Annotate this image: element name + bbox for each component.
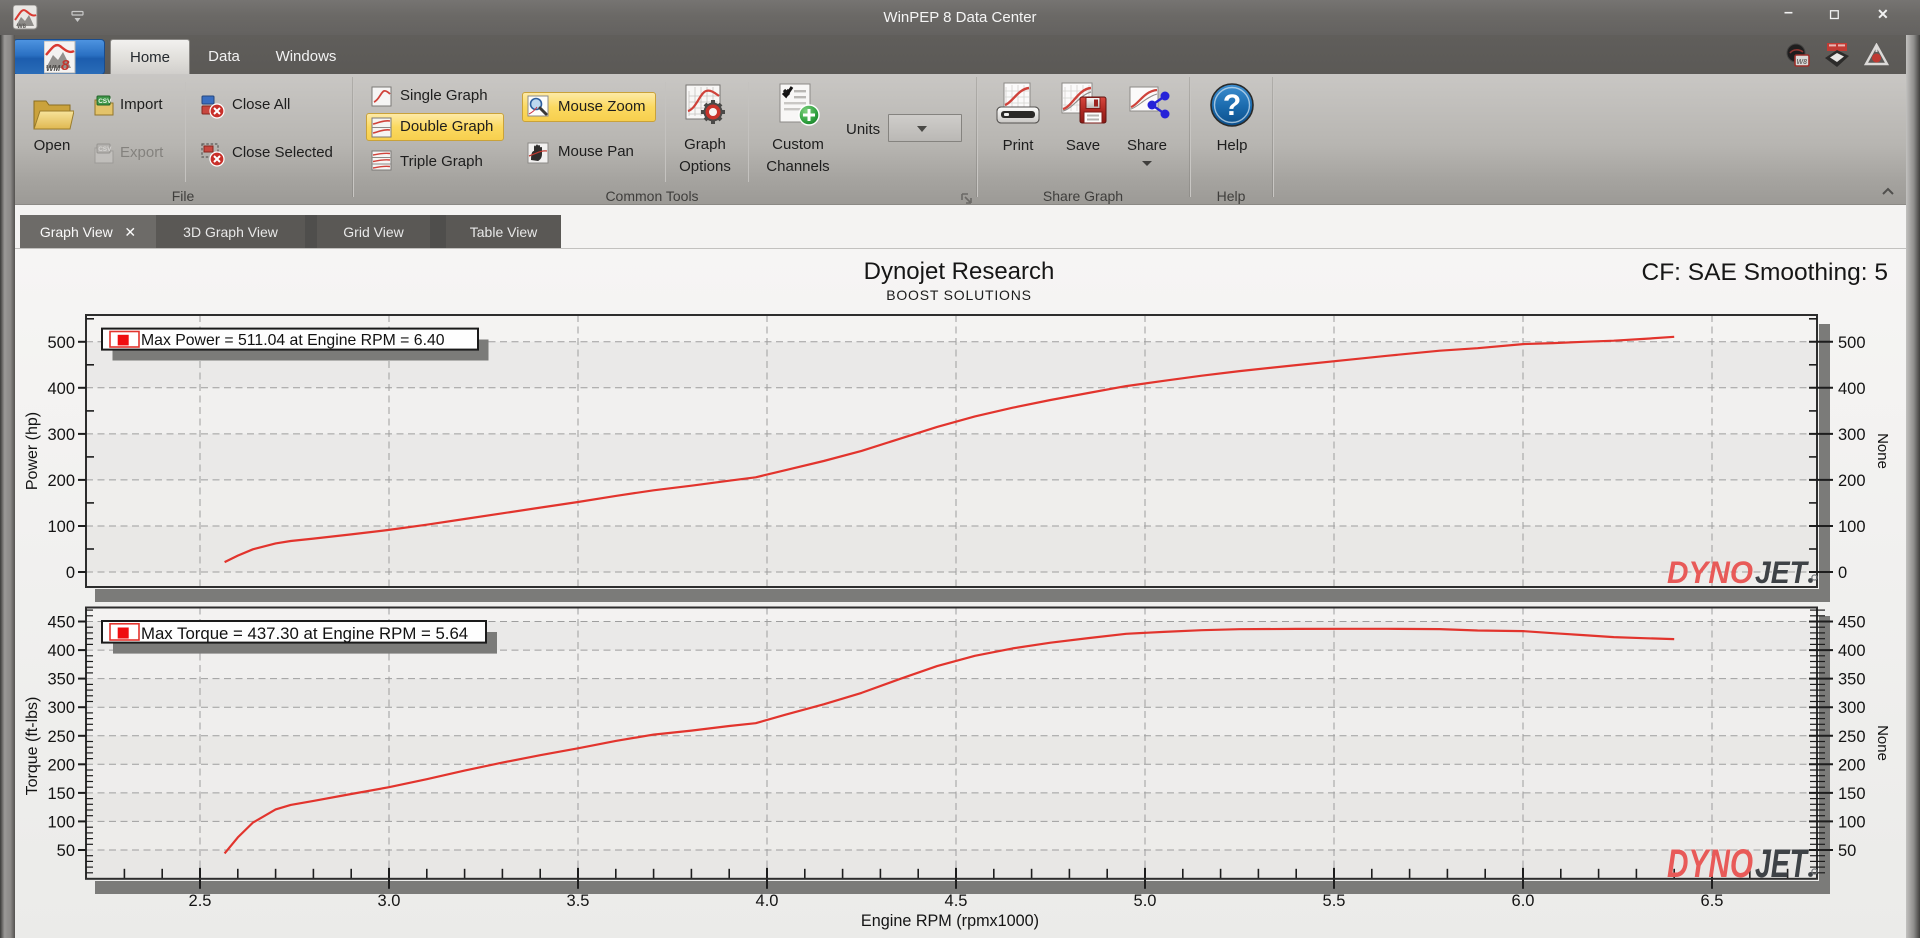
svg-text:300: 300 xyxy=(47,699,75,717)
svg-text:150: 150 xyxy=(47,785,75,803)
svg-text:300: 300 xyxy=(47,426,75,444)
svg-text:400: 400 xyxy=(47,642,75,660)
svg-text:Max Torque = 437.30 at Engine: Max Torque = 437.30 at Engine RPM = 5.64 xyxy=(141,624,468,643)
svg-text:150: 150 xyxy=(1838,785,1866,803)
svg-text:CF: SAE Smoothing: 5: CF: SAE Smoothing: 5 xyxy=(1642,259,1888,286)
svg-text:4.5: 4.5 xyxy=(945,892,968,910)
svg-text:Max Power = 511.04 at Engine R: Max Power = 511.04 at Engine RPM = 6.40 xyxy=(141,332,445,349)
svg-text:400: 400 xyxy=(1838,380,1866,398)
svg-text:100: 100 xyxy=(47,518,75,536)
svg-text:Dynojet Research: Dynojet Research xyxy=(864,258,1055,285)
svg-text:6.5: 6.5 xyxy=(1701,892,1724,910)
svg-text:4.0: 4.0 xyxy=(756,892,779,910)
svg-text:5.0: 5.0 xyxy=(1134,892,1157,910)
svg-text:200: 200 xyxy=(1838,756,1866,774)
svg-text:Power (hp): Power (hp) xyxy=(24,412,41,490)
svg-text:JET: JET xyxy=(1755,554,1809,590)
svg-text:3.0: 3.0 xyxy=(378,892,401,910)
svg-text:200: 200 xyxy=(1838,472,1866,490)
svg-text:50: 50 xyxy=(57,842,75,860)
svg-text:DYNO: DYNO xyxy=(1667,554,1753,590)
svg-text:300: 300 xyxy=(1838,426,1866,444)
svg-text:100: 100 xyxy=(1838,518,1866,536)
svg-text:2.5: 2.5 xyxy=(189,892,212,910)
svg-text:450: 450 xyxy=(1838,614,1866,632)
svg-text:450: 450 xyxy=(47,614,75,632)
svg-text:Engine RPM (rpmx1000): Engine RPM (rpmx1000) xyxy=(861,912,1039,930)
svg-text:0: 0 xyxy=(1838,564,1847,582)
svg-text:JET: JET xyxy=(1755,842,1810,886)
svg-text:200: 200 xyxy=(47,472,75,490)
svg-text:100: 100 xyxy=(1838,813,1866,831)
svg-text:?: ? xyxy=(1223,89,1241,122)
svg-text:3.5: 3.5 xyxy=(567,892,590,910)
svg-text:WM: WM xyxy=(46,64,61,73)
svg-text:500: 500 xyxy=(1838,334,1866,352)
svg-text:BOOST SOLUTIONS: BOOST SOLUTIONS xyxy=(886,287,1032,303)
svg-text:350: 350 xyxy=(47,671,75,689)
svg-text:250: 250 xyxy=(47,728,75,746)
svg-text:500: 500 xyxy=(47,334,75,352)
svg-text:6.0: 6.0 xyxy=(1512,892,1535,910)
svg-text:250: 250 xyxy=(1838,728,1866,746)
svg-text:300: 300 xyxy=(1838,699,1866,717)
svg-text:200: 200 xyxy=(47,756,75,774)
svg-text:CSV: CSV xyxy=(98,146,112,153)
svg-text:100: 100 xyxy=(47,813,75,831)
svg-text:W8: W8 xyxy=(1797,59,1808,66)
svg-text:350: 350 xyxy=(1838,671,1866,689)
svg-text:Torque (ft-lbs): Torque (ft-lbs) xyxy=(24,697,41,796)
svg-text:50: 50 xyxy=(1838,842,1856,860)
svg-text:5.5: 5.5 xyxy=(1323,892,1346,910)
svg-text:0: 0 xyxy=(66,564,75,582)
svg-text:None: None xyxy=(1874,433,1891,469)
svg-text:CSV: CSV xyxy=(98,98,112,105)
svg-text:DYNO: DYNO xyxy=(1667,842,1753,886)
svg-text:400: 400 xyxy=(1838,642,1866,660)
svg-text:8: 8 xyxy=(61,57,70,74)
svg-text:400: 400 xyxy=(47,380,75,398)
svg-text:None: None xyxy=(1874,725,1891,761)
